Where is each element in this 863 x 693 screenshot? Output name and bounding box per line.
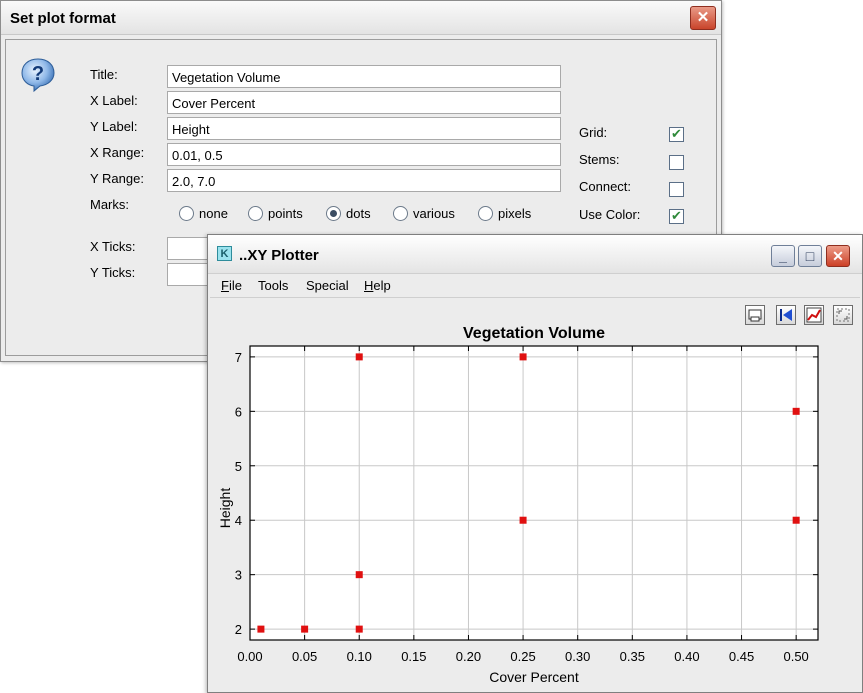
marks-radio-various[interactable]: various: [393, 206, 455, 221]
data-point: [792, 516, 800, 524]
connect-label: Connect:: [579, 179, 632, 194]
plot-background: [250, 346, 818, 640]
x-tick-label: 0.40: [674, 649, 699, 664]
radio-circle-icon: [393, 206, 408, 221]
marks-radio-pixels[interactable]: pixels: [478, 206, 531, 221]
x-range-label: X Range:: [90, 145, 145, 160]
x-tick-label: 0.20: [456, 649, 481, 664]
radio-circle-icon: [478, 206, 493, 221]
y-axis-label: Height: [217, 488, 233, 529]
connect-checkbox[interactable]: [669, 182, 684, 197]
y-tick-label: 3: [235, 568, 242, 583]
x-tick-label: 0.10: [347, 649, 372, 664]
radio-selected-icon: [326, 206, 341, 221]
data-point: [355, 353, 363, 361]
data-point: [257, 625, 265, 633]
x-tick-label: 0.00: [237, 649, 262, 664]
marks-radio-dots[interactable]: dots: [326, 206, 371, 221]
x-tick-label: 0.30: [565, 649, 590, 664]
marks-option-label: dots: [346, 206, 371, 221]
data-point: [355, 571, 363, 579]
marks-label: Marks:: [90, 197, 129, 212]
marks-option-label: pixels: [498, 206, 532, 221]
x-tick-label: 0.35: [620, 649, 645, 664]
xy-plotter-window: K ..XY Plotter _ □ ✕ File Tools Special …: [207, 234, 863, 693]
y-label-field[interactable]: Height: [167, 117, 561, 140]
x-label-label: X Label:: [90, 93, 138, 108]
marks-option-label: none: [199, 206, 228, 221]
x-tick-label: 0.05: [292, 649, 317, 664]
grid-label: Grid:: [579, 125, 608, 140]
svg-text:?: ?: [32, 63, 44, 85]
plot-area: 0.00 0.05 0.10 0.15 0.20 0.25 0.30 0.35 0.40 0.45…: [235, 345, 819, 664]
scatter-plot: Vegetation Volume 0.00 0.05 0.10 0.15 0.20 0.…: [217, 325, 819, 685]
y-range-field[interactable]: 2.0, 7.0: [167, 169, 561, 192]
use-color-checkbox[interactable]: [669, 208, 684, 224]
grid-checkbox[interactable]: [669, 126, 684, 142]
data-point: [301, 625, 309, 633]
stems-label: Stems:: [579, 152, 620, 167]
chart-title: Vegetation Volume: [463, 325, 605, 342]
question-icon: ?: [21, 58, 55, 93]
title-label: Title:: [90, 67, 118, 82]
marks-radio-none[interactable]: none: [179, 206, 228, 221]
y-ticks-label: Y Ticks:: [90, 265, 136, 280]
x-axis-label: Cover Percent: [489, 669, 579, 685]
x-ticks-label: X Ticks:: [90, 239, 136, 254]
use-color-label: Use Color:: [579, 207, 641, 222]
data-point: [519, 516, 527, 524]
y-tick-label: 4: [235, 513, 242, 528]
y-tick-label: 2: [235, 622, 242, 637]
marks-radio-points[interactable]: points: [248, 206, 303, 221]
marks-option-label: various: [413, 206, 455, 221]
x-tick-label: 0.50: [783, 649, 808, 664]
x-tick-label: 0.45: [729, 649, 754, 664]
x-label-field[interactable]: Cover Percent: [167, 91, 561, 114]
x-tick-label: 0.15: [401, 649, 426, 664]
y-label-label: Y Label:: [90, 119, 138, 134]
radio-circle-icon: [248, 206, 263, 221]
data-point: [355, 625, 363, 633]
radio-circle-icon: [179, 206, 194, 221]
stems-checkbox[interactable]: [669, 155, 684, 170]
dialog-titlebar[interactable]: Set plot format ✕: [1, 1, 721, 35]
x-range-field[interactable]: 0.01, 0.5: [167, 143, 561, 166]
data-point: [519, 353, 527, 361]
y-range-label: Y Range:: [90, 171, 144, 186]
dialog-title: Set plot format: [10, 10, 116, 27]
data-point: [792, 407, 800, 415]
y-tick-label: 7: [235, 350, 242, 365]
x-tick-label: 0.25: [510, 649, 535, 664]
dialog-close-button[interactable]: ✕: [690, 6, 716, 30]
title-field[interactable]: Vegetation Volume: [167, 65, 561, 88]
marks-option-label: points: [268, 206, 303, 221]
y-tick-label: 5: [235, 459, 242, 474]
y-tick-label: 6: [235, 404, 242, 419]
